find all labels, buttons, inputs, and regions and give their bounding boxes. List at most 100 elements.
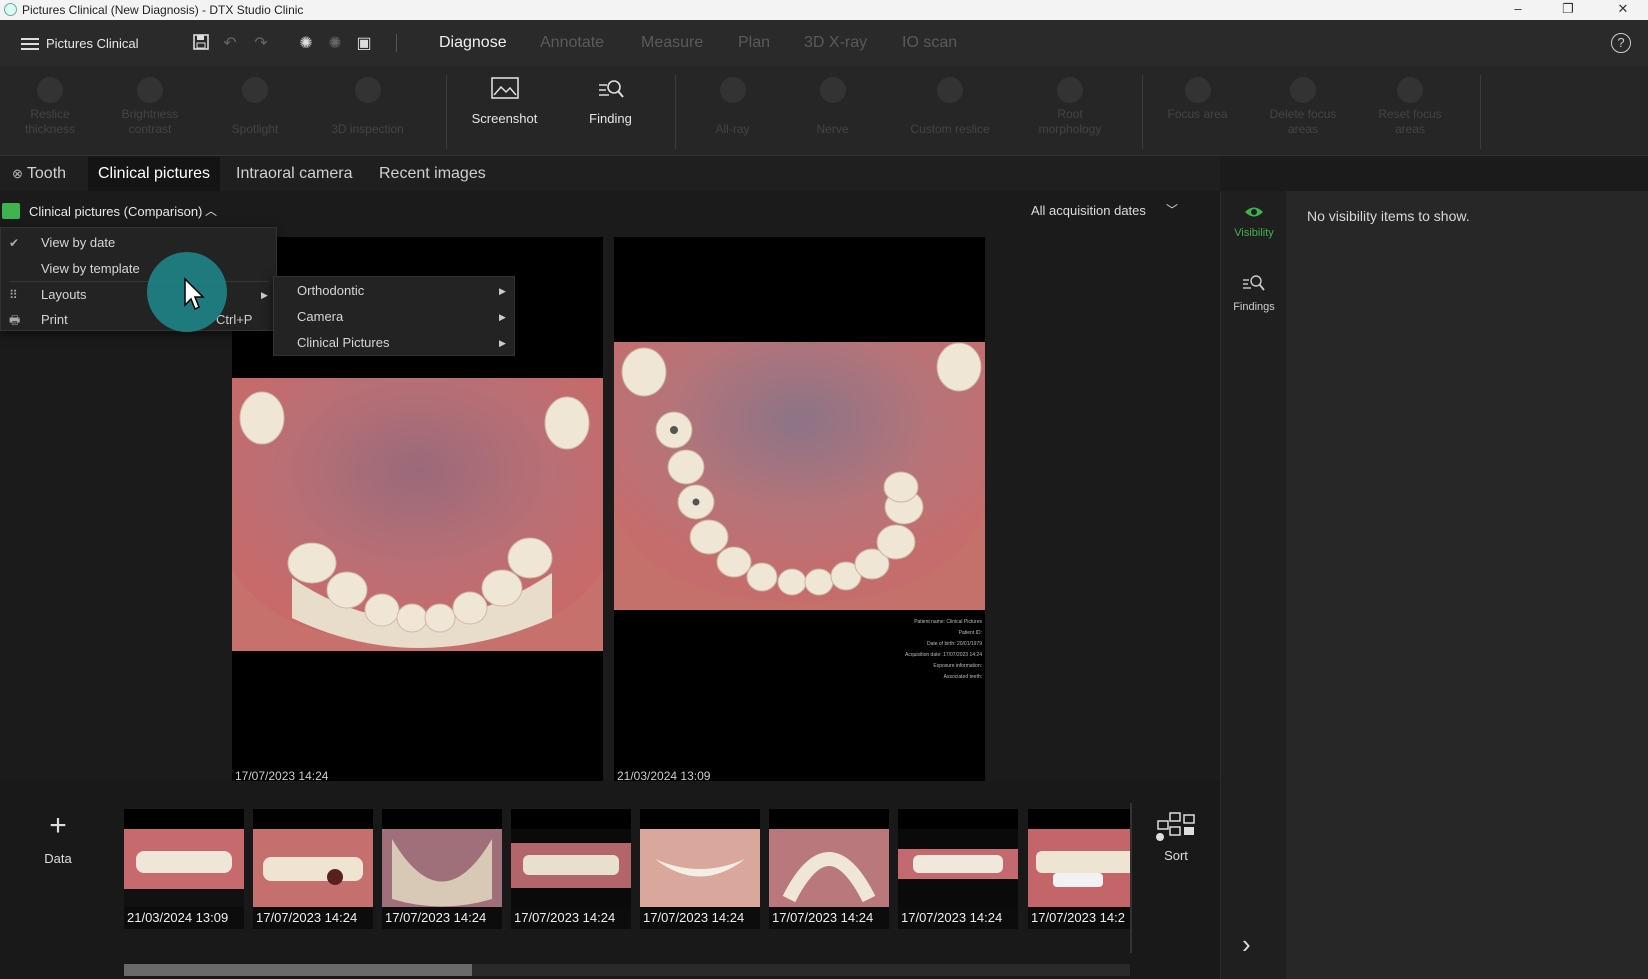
submenu-item-clinical-pictures[interactable]: Clinical Pictures ▶ xyxy=(274,330,514,356)
thumbnail-date: 21/03/2024 13:09 xyxy=(124,907,244,929)
layers-icon xyxy=(37,77,63,103)
tab-tooth[interactable]: ⊗ Tooth xyxy=(2,157,76,191)
3d-inspection-tool[interactable]: 3D inspection xyxy=(320,77,415,137)
focus-area-tool[interactable]: Focus area xyxy=(1165,77,1230,122)
empty-state-message: No visibility items to show. xyxy=(1307,208,1470,224)
thumbnail-date: 17/07/2023 14:2 xyxy=(1028,907,1131,929)
tab-intraoral-camera[interactable]: Intraoral camera xyxy=(226,157,363,191)
submenu-item-orthodontic[interactable]: Orthodontic ▶ xyxy=(274,278,514,304)
brightness-contrast-tool[interactable]: Brightness contrast xyxy=(110,77,190,137)
menu-item-view-by-template[interactable]: View by template xyxy=(1,256,276,282)
submenu-arrow-icon: ▶ xyxy=(261,290,268,300)
check-icon: ✔ xyxy=(9,236,20,250)
tooth-chart-icon[interactable]: ✺ xyxy=(296,33,316,53)
mouse-cursor-icon xyxy=(183,277,207,316)
visibility-label: Visibility xyxy=(1234,227,1274,239)
chevron-down-icon[interactable]: ﹀ xyxy=(1166,201,1178,218)
image-icon[interactable]: ▣ xyxy=(354,33,374,53)
root-morphology-tool[interactable]: Root morphology xyxy=(1030,77,1110,137)
viewer-header[interactable]: Clinical pictures (Comparison) xyxy=(29,204,202,219)
reslice-thickness-tool[interactable]: Reslice thickness xyxy=(10,77,90,137)
tab-recent-images[interactable]: Recent images xyxy=(369,157,496,191)
findings-button[interactable]: Findings xyxy=(1221,273,1287,313)
right-image-viewer[interactable]: Patient name: Clinical Pictures Patient … xyxy=(614,237,985,783)
menu-item-label: View by template xyxy=(41,261,140,276)
nav-tab-annotate[interactable]: Annotate xyxy=(540,34,604,52)
tool-label: Screenshot xyxy=(471,111,538,126)
thumbnail[interactable]: 17/07/2023 14:24 xyxy=(769,809,889,929)
nav-tab-diagnose[interactable]: Diagnose xyxy=(439,34,507,52)
nav-tab-3d-xray[interactable]: 3D X-ray xyxy=(804,34,867,52)
custom-reslice-tool[interactable]: Custom reslice xyxy=(895,77,1005,137)
eye-icon xyxy=(1245,207,1263,217)
spotlight-icon xyxy=(242,77,268,103)
nav-tab-plan[interactable]: Plan xyxy=(738,34,770,52)
finding-tool[interactable]: Finding xyxy=(568,77,653,126)
tab-clinical-pictures[interactable]: Clinical pictures xyxy=(88,157,221,191)
ribbon-divider xyxy=(1142,75,1143,149)
thumbnail-date: 17/07/2023 14:24 xyxy=(511,907,631,929)
screenshot-tool[interactable]: Screenshot xyxy=(462,77,547,126)
delete-focus-areas-tool[interactable]: Delete focus areas xyxy=(1258,77,1348,137)
close-button[interactable]: ✕ xyxy=(1600,0,1646,20)
side-panel-strip: Visibility Findings › xyxy=(1220,191,1286,979)
thumbnail[interactable]: 17/07/2023 14:24 xyxy=(253,809,373,929)
filmstrip-scrollbar[interactable] xyxy=(124,964,1130,976)
tooth-icon: ⊗ xyxy=(12,166,23,181)
info-line: Date of birth: 20/01/1979 xyxy=(926,641,982,647)
info-line: Acquisition date: 17/07/2023 14:24 xyxy=(904,652,982,658)
nav-tab-measure[interactable]: Measure xyxy=(641,34,703,52)
submenu-item-camera[interactable]: Camera ▶ xyxy=(274,304,514,330)
hamburger-menu-icon[interactable] xyxy=(21,35,39,53)
visibility-button[interactable]: Visibility xyxy=(1221,205,1287,239)
tool-label: Delete focus areas xyxy=(1269,107,1337,136)
ribbon-toolbar: Reslice thickness Brightness contrast Sp… xyxy=(0,67,1648,156)
redo-icon[interactable]: ↷ xyxy=(251,33,271,53)
save-icon[interactable] xyxy=(191,34,211,55)
thumbnail-image xyxy=(640,829,760,907)
settings-icon[interactable]: ✺ xyxy=(325,33,345,53)
main-menu-button[interactable]: Pictures Clinical xyxy=(46,36,138,51)
thumbnail[interactable]: 17/07/2023 14:24 xyxy=(898,809,1018,929)
sort-icon xyxy=(1156,812,1195,841)
root-icon xyxy=(1057,77,1083,103)
thumbnail[interactable]: 17/07/2023 14:2 xyxy=(1028,809,1131,929)
tab-label: Tooth xyxy=(26,165,67,182)
tool-label: Root morphology xyxy=(1038,107,1102,136)
thumbnail[interactable]: 17/07/2023 14:24 xyxy=(640,809,760,929)
submenu-arrow-icon: ▶ xyxy=(499,312,506,322)
minimize-button[interactable]: – xyxy=(1495,0,1541,20)
menu-item-print[interactable]: 🖶 Print Ctrl+P xyxy=(1,307,276,333)
thumbnail[interactable]: 17/07/2023 14:24 xyxy=(382,809,502,929)
all-ray-tool[interactable]: All-ray xyxy=(695,77,770,137)
chevron-up-icon[interactable]: ︿ xyxy=(205,202,217,219)
spotlight-tool[interactable]: Spotlight xyxy=(215,77,295,137)
menu-item-layouts[interactable]: ⠿ Layouts ▶ xyxy=(1,282,276,308)
reslice-icon xyxy=(937,77,963,103)
viewer-options-menu: ✔ View by date View by template ⠿ Layouts ▶… xyxy=(0,227,277,331)
reset-focus-areas-tool[interactable]: Reset focus areas xyxy=(1365,77,1455,137)
nerve-tool[interactable]: Nerve xyxy=(795,77,870,137)
thumbnail-date: 17/07/2023 14:24 xyxy=(769,907,889,929)
app-icon xyxy=(4,3,17,16)
expand-panel-icon[interactable]: › xyxy=(1242,929,1251,960)
nav-tab-io-scan[interactable]: IO scan xyxy=(902,34,957,52)
date-filter-select[interactable]: All acquisition dates xyxy=(1031,203,1146,218)
menu-item-view-by-date[interactable]: ✔ View by date xyxy=(1,230,276,256)
help-icon[interactable]: ? xyxy=(1611,33,1631,53)
viewer-area: Clinical pictures (Comparison) ︿ All acq… xyxy=(0,191,1220,783)
thumbnail[interactable]: 17/07/2023 14:24 xyxy=(511,809,631,929)
maximize-button[interactable]: ❐ xyxy=(1545,0,1591,20)
contrast-icon xyxy=(137,77,163,103)
thumbnail[interactable]: 21/03/2024 13:09 xyxy=(124,809,244,929)
filmstrip-divider xyxy=(1130,803,1132,953)
sort-button[interactable]: Sort xyxy=(1146,811,1206,863)
undo-icon[interactable]: ↶ xyxy=(220,33,240,53)
scrollbar-thumb[interactable] xyxy=(124,964,472,976)
thumbnail-date: 17/07/2023 14:24 xyxy=(640,907,760,929)
add-data-button[interactable]: + Data xyxy=(28,811,88,867)
info-line: Associated teeth: xyxy=(943,674,982,680)
tool-label: Reslice thickness xyxy=(24,107,76,136)
thumbnail-image xyxy=(511,829,631,907)
delete-icon xyxy=(1290,77,1316,103)
